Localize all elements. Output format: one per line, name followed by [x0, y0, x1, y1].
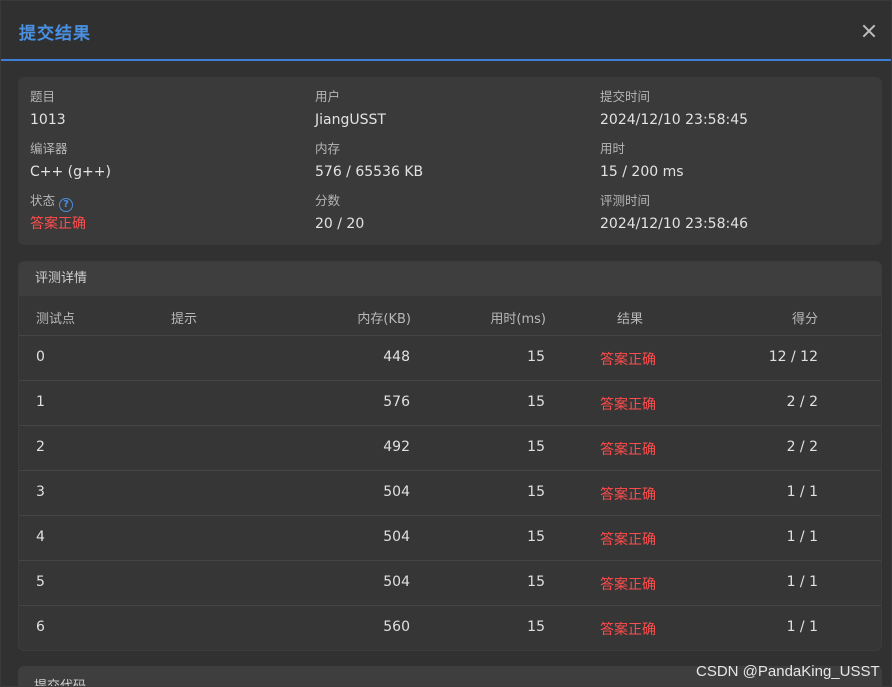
compiler-field: 编译器 C++ (g++): [30, 140, 290, 182]
header-score: 得分: [791, 312, 818, 327]
submission-info-card: 题目 1013 用户 JiangUSST 提交时间 2024/12/10 23:…: [18, 77, 882, 245]
case-id: 4: [36, 529, 45, 545]
case-time: 15: [527, 484, 545, 500]
user-value: JiangUSST: [315, 112, 386, 128]
case-id: 6: [36, 619, 45, 635]
user-label: 用户: [315, 89, 341, 104]
case-score: 2 / 2: [786, 394, 818, 410]
compiler-label: 编译器: [30, 141, 68, 156]
close-icon[interactable]: [857, 19, 881, 43]
table-row: 3 504 15 答案正确 1 / 1: [19, 471, 881, 516]
case-score: 1 / 1: [786, 529, 818, 545]
header-hint: 提示: [171, 312, 198, 327]
case-result: 答案正确: [600, 442, 656, 458]
case-memory: 504: [383, 484, 410, 500]
status-label: 状态: [30, 193, 56, 208]
case-time: 15: [527, 619, 545, 635]
score-label: 分数: [315, 193, 341, 208]
case-id: 1: [36, 394, 45, 410]
table-row: 0 448 15 答案正确 12 / 12: [19, 336, 881, 381]
compiler-value: C++ (g++): [30, 164, 111, 180]
problem-field: 题目 1013: [30, 88, 290, 130]
memory-value: 576 / 65536 KB: [315, 164, 424, 180]
header-time: 用时(ms): [490, 312, 546, 327]
help-icon[interactable]: ?: [59, 198, 74, 212]
submit-time-field: 提交时间 2024/12/10 23:58:45: [600, 88, 860, 130]
case-memory: 492: [383, 439, 410, 455]
case-result: 答案正确: [600, 487, 656, 503]
case-id: 0: [36, 349, 45, 365]
case-score: 1 / 1: [786, 484, 818, 500]
case-score: 1 / 1: [786, 574, 818, 590]
case-time: 15: [527, 394, 545, 410]
judge-time-label: 评测时间: [600, 193, 651, 208]
case-id: 5: [36, 574, 45, 590]
detail-title: 评测详情: [19, 262, 881, 296]
judge-detail-card: 评测详情 测试点 提示 内存(KB) 用时(ms) 结果 得分 0 448 15…: [18, 261, 882, 651]
time-value: 15 / 200 ms: [600, 164, 684, 180]
submit-time-label: 提交时间: [600, 89, 651, 104]
table-row: 6 560 15 答案正确 1 / 1: [19, 606, 881, 650]
case-result: 答案正确: [600, 532, 656, 548]
case-memory: 576: [383, 394, 410, 410]
judge-time-field: 评测时间 2024/12/10 23:58:46: [600, 192, 860, 234]
table-row: 1 576 15 答案正确 2 / 2: [19, 381, 881, 426]
submission-result-modal: 提交结果 题目 1013 用户 JiangUSST 提交时间 2024/12/1…: [0, 0, 892, 687]
score-value: 20 / 20: [315, 216, 365, 232]
modal-title: 提交结果: [19, 24, 91, 44]
time-field: 用时 15 / 200 ms: [600, 140, 860, 182]
case-result: 答案正确: [600, 397, 656, 413]
time-label: 用时: [600, 141, 626, 156]
case-result: 答案正确: [600, 577, 656, 593]
case-score: 1 / 1: [786, 619, 818, 635]
memory-label: 内存: [315, 141, 341, 156]
case-time: 15: [527, 349, 545, 365]
modal-header: 提交结果: [1, 1, 891, 61]
case-time: 15: [527, 529, 545, 545]
status-label-row: 状态?: [30, 192, 290, 212]
header-case: 测试点: [36, 312, 76, 327]
case-time: 15: [527, 574, 545, 590]
table-row: 2 492 15 答案正确 2 / 2: [19, 426, 881, 471]
submit-time-value: 2024/12/10 23:58:45: [600, 112, 749, 128]
case-result: 答案正确: [600, 622, 656, 638]
table-row: 5 504 15 答案正确 1 / 1: [19, 561, 881, 606]
case-result: 答案正确: [600, 352, 656, 368]
user-field: 用户 JiangUSST: [315, 88, 575, 130]
case-score: 2 / 2: [786, 439, 818, 455]
score-field: 分数 20 / 20: [315, 192, 575, 234]
status-value: 答案正确: [30, 216, 86, 232]
memory-field: 内存 576 / 65536 KB: [315, 140, 575, 182]
case-memory: 448: [383, 349, 410, 365]
problem-label: 题目: [30, 89, 56, 104]
case-memory: 504: [383, 574, 410, 590]
detail-table-header: 测试点 提示 内存(KB) 用时(ms) 结果 得分: [19, 296, 881, 336]
case-id: 2: [36, 439, 45, 455]
status-field: 状态? 答案正确: [30, 192, 290, 234]
header-memory: 内存(KB): [357, 312, 411, 327]
table-row: 4 504 15 答案正确 1 / 1: [19, 516, 881, 561]
watermark: CSDN @PandaKing_USST: [696, 663, 880, 680]
problem-value: 1013: [30, 112, 66, 128]
judge-time-value: 2024/12/10 23:58:46: [600, 216, 749, 232]
case-score: 12 / 12: [768, 349, 818, 365]
case-memory: 560: [383, 619, 410, 635]
code-title: 提交代码: [34, 679, 87, 687]
case-memory: 504: [383, 529, 410, 545]
case-id: 3: [36, 484, 45, 500]
header-result: 结果: [617, 312, 644, 327]
case-time: 15: [527, 439, 545, 455]
